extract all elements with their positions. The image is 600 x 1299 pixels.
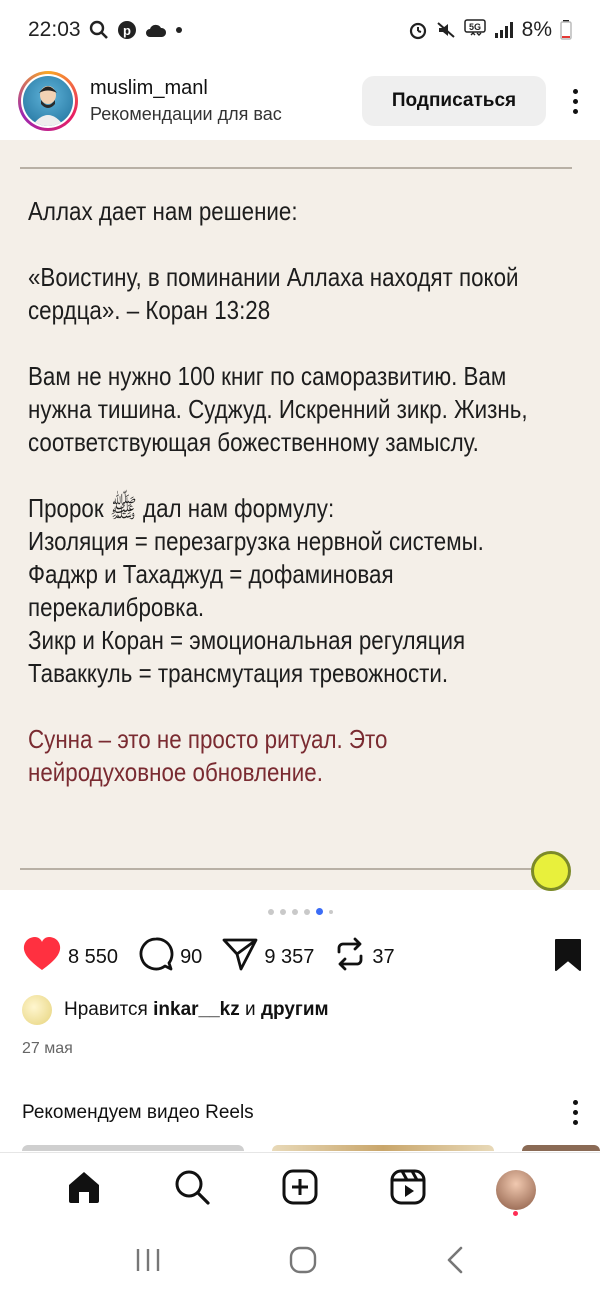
clock: 22:03 [28, 18, 81, 41]
avatar [23, 76, 73, 126]
network-5g-icon: 5G [463, 19, 486, 41]
liked-by-user[interactable]: inkar__kz [153, 999, 240, 1020]
reels-icon[interactable] [390, 1169, 426, 1210]
carousel-dot [303, 908, 310, 915]
subscribe-button[interactable]: Подписаться [362, 76, 546, 126]
carousel-dot [328, 909, 333, 914]
bottom-tab-bar [0, 1152, 600, 1226]
notification-dot-icon [175, 26, 183, 34]
divider-bottom [20, 868, 535, 870]
tab-home[interactable] [54, 1160, 114, 1220]
repost-action[interactable]: 37 [334, 937, 395, 977]
tab-reels[interactable] [378, 1160, 438, 1220]
pinterest-icon: p [117, 20, 137, 40]
post-text-para-5: Сунна – это не просто ритуал. Это нейрод… [28, 724, 388, 787]
reel-thumbnail[interactable] [22, 1145, 244, 1151]
post-date: 27 мая [22, 1040, 73, 1057]
reels-thumbnails[interactable] [0, 1145, 600, 1151]
slider-ball-decoration [531, 851, 571, 891]
like-action[interactable]: 8 550 [22, 936, 118, 978]
carousel-dot [291, 908, 298, 915]
heart-icon[interactable] [22, 936, 62, 978]
story-ring-avatar[interactable] [18, 71, 78, 131]
liker-avatar[interactable] [22, 995, 52, 1025]
bookmark-icon[interactable] [554, 938, 582, 977]
mute-icon [436, 20, 456, 40]
recents-icon[interactable] [133, 1247, 163, 1278]
system-navigation-bar [0, 1226, 600, 1299]
profile-avatar[interactable] [496, 1169, 536, 1210]
likes-count[interactable]: 8 550 [68, 946, 118, 969]
reels-section-header: Рекомендуем видео Reels [22, 1100, 578, 1125]
post-username[interactable]: muslim_manl [90, 77, 282, 100]
alarm-icon [408, 20, 428, 40]
divider-top [20, 167, 572, 169]
reels-more-icon[interactable] [573, 1100, 578, 1125]
home-icon[interactable] [66, 1169, 102, 1210]
carousel-dot [267, 908, 274, 915]
back-icon[interactable] [443, 1245, 467, 1280]
tab-search[interactable] [162, 1160, 222, 1220]
post-subtitle: Рекомендации для вас [90, 104, 282, 124]
post-text-para-1: Аллах дает нам решение: [28, 196, 298, 226]
comments-count[interactable]: 90 [180, 946, 202, 969]
tab-create[interactable] [270, 1160, 330, 1220]
post-text-para-2: «Воистину, в поминании Аллаха находят по… [28, 262, 519, 325]
home-circle-icon[interactable] [288, 1245, 318, 1280]
post-text-para-3: Вам не нужно 100 книг по саморазвитию. В… [28, 361, 528, 457]
reel-thumbnail[interactable] [272, 1145, 494, 1151]
battery-icon [560, 20, 572, 40]
comment-icon[interactable] [138, 936, 174, 978]
reels-title: Рекомендуем видео Reels [22, 1101, 254, 1123]
add-icon[interactable] [282, 1169, 318, 1210]
cloud-icon [145, 22, 167, 38]
liked-by[interactable]: Нравится inkar__kz и другим [22, 995, 329, 1025]
battery-percent: 8% [521, 18, 552, 41]
post-image[interactable]: Аллах дает нам решение: «Воистину, в пом… [0, 140, 600, 891]
notification-dot [513, 1210, 518, 1216]
svg-text:p: p [123, 23, 131, 38]
tab-profile[interactable] [486, 1160, 546, 1220]
status-bar: 22:03 p 5G 8% [0, 0, 600, 60]
post-text: Аллах дает нам решение: «Воистину, в пом… [28, 195, 528, 822]
post-text-para-4: Пророк ﷺ дал нам формулу: Изоляция = пер… [28, 493, 484, 688]
comment-action[interactable]: 90 [138, 936, 202, 978]
send-icon[interactable] [222, 937, 258, 977]
more-options-icon[interactable] [568, 88, 582, 114]
repost-icon[interactable] [334, 937, 366, 977]
reel-thumbnail[interactable] [522, 1145, 600, 1151]
carousel-dot-active [315, 908, 323, 915]
carousel-dot [279, 908, 286, 915]
svg-text:5G: 5G [469, 22, 481, 32]
carousel-indicator [0, 908, 600, 915]
search-icon [89, 20, 109, 40]
reposts-count[interactable]: 37 [372, 946, 394, 969]
search-icon[interactable] [174, 1169, 210, 1210]
liked-by-prefix: Нравится [64, 999, 148, 1020]
shares-count[interactable]: 9 357 [264, 946, 314, 969]
liked-by-middle: и [245, 999, 256, 1020]
share-action[interactable]: 9 357 [222, 937, 314, 977]
liked-by-others[interactable]: другим [261, 999, 329, 1020]
post-actions: 8 550 90 9 357 37 [22, 932, 582, 982]
signal-icon [494, 21, 514, 39]
post-header: muslim_manl Рекомендации для вас Подписа… [0, 62, 600, 140]
